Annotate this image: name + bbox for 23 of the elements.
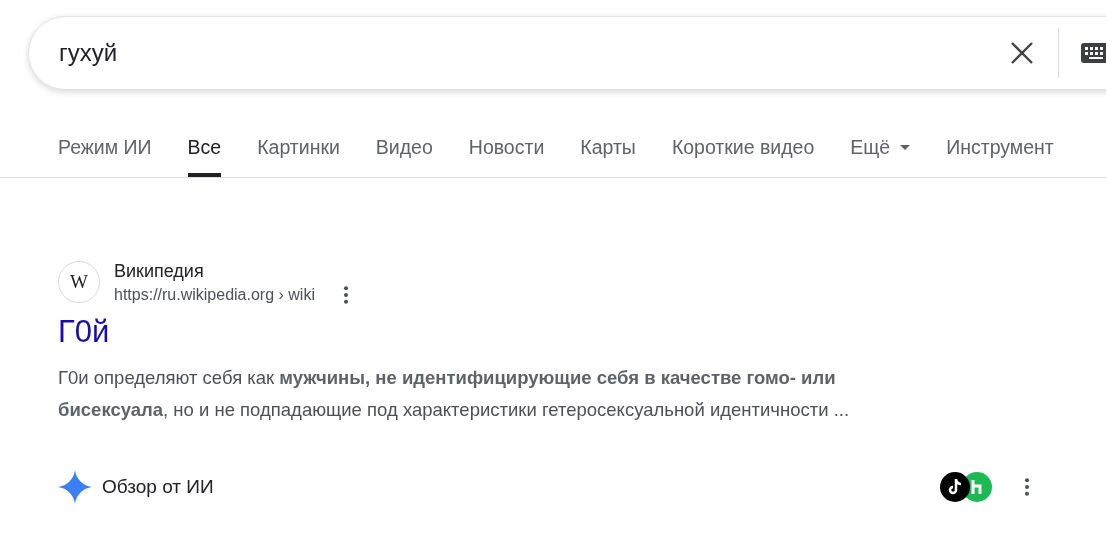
tab[interactable]: Картинки (257, 126, 340, 177)
tab[interactable]: Инструмент (946, 126, 1054, 177)
tab[interactable]: Карты (580, 126, 636, 177)
result-title-link[interactable]: Г0й (58, 312, 110, 352)
caret-icon (900, 145, 911, 150)
site-name: Википедия (114, 260, 205, 283)
tiktok-icon[interactable] (940, 472, 970, 502)
search-field[interactable]: гухуй (59, 39, 1010, 67)
result-url: https://ru.wikipedia.org › wiki (114, 285, 315, 305)
result-snippet: Г0и определяют себя как мужчины, не идентифицирующие себя в качестве гомо- или бисексуала, но и не подпадающие под характеристики гетеросексуальной идентичности ... (58, 366, 851, 422)
sparkle-icon (58, 470, 92, 504)
tab[interactable]: Новости (468, 126, 545, 177)
tab[interactable]: Короткие видео (671, 126, 815, 177)
more-options-icon[interactable] (1024, 478, 1030, 496)
tab[interactable]: Все (187, 126, 222, 177)
tab[interactable]: Ещё (850, 126, 911, 177)
keyboard-icon[interactable] (1081, 42, 1106, 64)
close-icon[interactable] (1010, 41, 1034, 65)
more-options-icon[interactable] (342, 286, 349, 304)
ai-overview-title: Обзор от ИИ (102, 476, 215, 498)
wikipedia-logo: W (58, 261, 100, 303)
tab[interactable]: Режим ИИ (58, 126, 152, 177)
tab[interactable]: Видео (375, 126, 433, 177)
